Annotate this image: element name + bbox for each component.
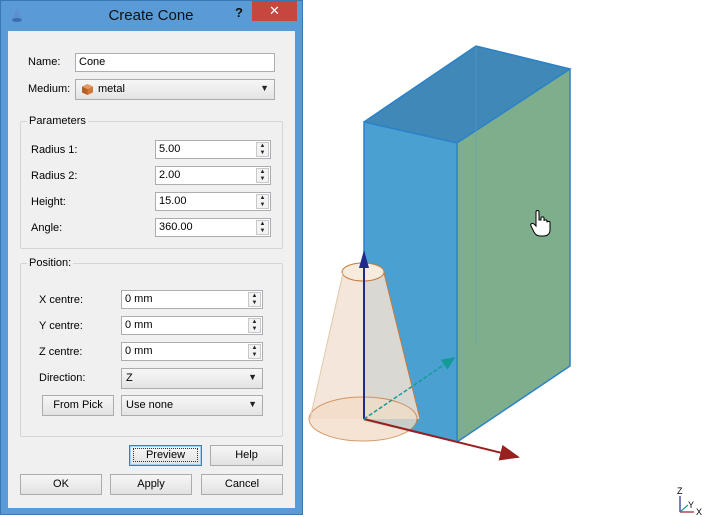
- y-centre-spinbox[interactable]: 0 mm ▲ ▼: [121, 316, 263, 335]
- radius1-spinbox[interactable]: 5.00 ▲ ▼: [155, 140, 271, 159]
- window-title: Create Cone: [108, 7, 194, 24]
- chevron-down-icon: ▼: [248, 399, 257, 409]
- spin-arrows-icon[interactable]: ▲ ▼: [256, 142, 269, 157]
- axis-triad: Z Y X: [677, 486, 702, 517]
- angle-spinbox[interactable]: 360.00 ▲ ▼: [155, 218, 271, 237]
- dialog-body: Name: Cone Medium: metal ▼ Parameters Ra…: [8, 31, 295, 508]
- medium-select[interactable]: metal ▼: [75, 79, 275, 100]
- name-label: Name:: [28, 56, 61, 68]
- direction-value: Z: [126, 372, 133, 384]
- 3d-viewport[interactable]: Z Y X: [304, 0, 704, 517]
- direction-select[interactable]: Z ▼: [121, 368, 263, 389]
- help-title-button[interactable]: ?: [229, 3, 249, 23]
- chevron-down-icon: ▼: [260, 83, 269, 93]
- spin-arrows-icon[interactable]: ▲ ▼: [248, 292, 261, 307]
- z-centre-label: Z centre:: [39, 346, 83, 358]
- spin-arrows-icon[interactable]: ▲ ▼: [248, 318, 261, 333]
- triad-y-label: Y: [688, 500, 694, 510]
- ok-button[interactable]: OK: [20, 474, 102, 495]
- x-centre-label: X centre:: [39, 294, 84, 306]
- from-pick-button[interactable]: From Pick: [42, 395, 114, 416]
- preview-button[interactable]: Preview: [129, 445, 202, 466]
- apply-button[interactable]: Apply: [110, 474, 192, 495]
- spin-arrows-icon[interactable]: ▲ ▼: [256, 168, 269, 183]
- spin-arrows-icon[interactable]: ▲ ▼: [256, 220, 269, 235]
- medium-value: metal: [98, 83, 125, 95]
- cone-app-icon: [12, 8, 22, 22]
- triad-x-label: X: [696, 507, 702, 517]
- height-label: Height:: [31, 196, 66, 208]
- cancel-button[interactable]: Cancel: [201, 474, 283, 495]
- spin-arrows-icon[interactable]: ▲ ▼: [248, 344, 261, 359]
- radius2-label: Radius 2:: [31, 170, 78, 182]
- radius1-label: Radius 1:: [31, 144, 78, 156]
- pick-select[interactable]: Use none ▼: [121, 395, 263, 416]
- spin-arrows-icon[interactable]: ▲ ▼: [256, 194, 269, 209]
- create-cone-dialog: Create Cone ? ✕ Name: Cone Medium: metal…: [0, 0, 303, 515]
- direction-label: Direction:: [39, 372, 86, 384]
- y-centre-value: 0 mm: [125, 319, 153, 331]
- z-centre-spinbox[interactable]: 0 mm ▲ ▼: [121, 342, 263, 361]
- angle-value: 360.00: [159, 221, 193, 233]
- height-spinbox[interactable]: 15.00 ▲ ▼: [155, 192, 271, 211]
- radius2-spinbox[interactable]: 2.00 ▲ ▼: [155, 166, 271, 185]
- x-centre-spinbox[interactable]: 0 mm ▲ ▼: [121, 290, 263, 309]
- pick-value: Use none: [126, 399, 174, 411]
- name-field[interactable]: Cone: [75, 53, 275, 72]
- position-title: Position:: [27, 257, 74, 269]
- angle-label: Angle:: [31, 222, 63, 234]
- x-centre-value: 0 mm: [125, 293, 153, 305]
- z-centre-value: 0 mm: [125, 345, 153, 357]
- parameters-title: Parameters: [27, 115, 88, 127]
- y-centre-label: Y centre:: [39, 320, 83, 332]
- metal-cube-icon: [82, 84, 93, 95]
- triad-z-label: Z: [677, 486, 683, 496]
- title-bar: Create Cone ? ✕: [1, 1, 302, 31]
- radius2-value: 2.00: [159, 169, 181, 181]
- radius1-value: 5.00: [159, 143, 181, 155]
- close-button[interactable]: ✕: [252, 1, 297, 21]
- preview-label: Preview: [132, 448, 199, 462]
- chevron-down-icon: ▼: [248, 372, 257, 382]
- medium-label: Medium:: [28, 83, 71, 95]
- height-value: 15.00: [159, 195, 187, 207]
- help-button[interactable]: Help: [210, 445, 283, 466]
